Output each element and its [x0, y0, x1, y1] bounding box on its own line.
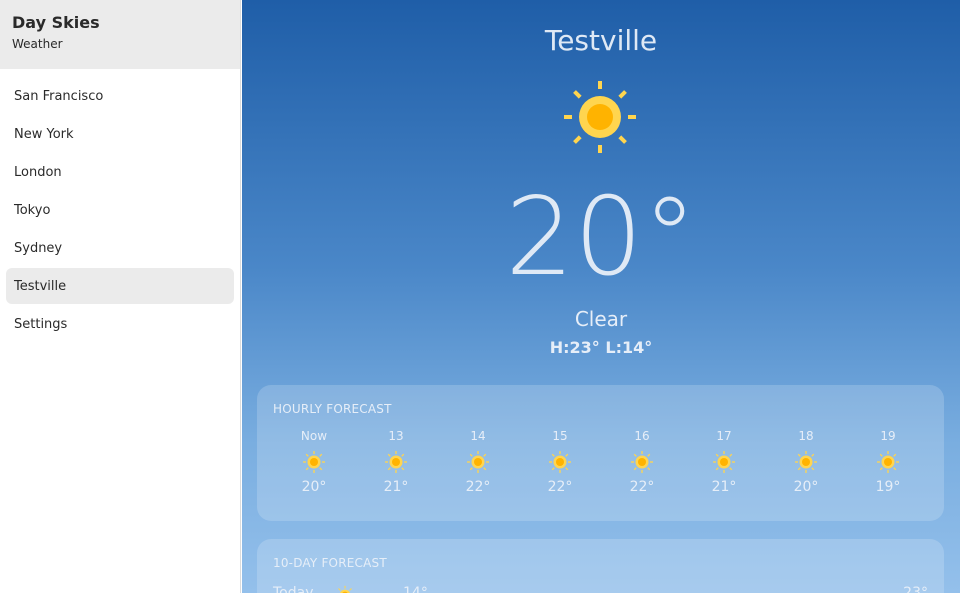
hourly-forecast-item: 13 21° [355, 429, 437, 495]
hourly-forecast-item: 17 21° [683, 429, 765, 495]
hourly-forecast-item: 15 22° [519, 429, 601, 495]
sun-icon [877, 451, 899, 473]
sidebar-item-sydney[interactable]: Sydney [6, 230, 234, 266]
sidebar-item-settings[interactable]: Settings [6, 306, 234, 342]
sidebar-item-san-francisco[interactable]: San Francisco [6, 78, 234, 114]
sun-icon [338, 585, 352, 593]
app-title: Day Skies [12, 13, 100, 32]
hourly-forecast-card: HOURLY FORECAST Now 20° 13 21° 14 22° 15… [257, 385, 944, 521]
hour-temperature: 19° [875, 479, 901, 495]
hourly-forecast-item: 19 19° [847, 429, 929, 495]
sidebar-item-label: London [14, 164, 62, 180]
hour-label: 13 [388, 429, 404, 443]
weather-panel: Testville 20° Clear H:23° L:14° HOURLY F… [242, 0, 960, 593]
hour-label: 15 [552, 429, 568, 443]
hour-temperature: 22° [547, 479, 573, 495]
sidebar-item-label: New York [14, 126, 74, 142]
sun-icon [467, 451, 489, 473]
sidebar-item-tokyo[interactable]: Tokyo [6, 192, 234, 228]
city-name: Testville [544, 24, 658, 57]
sidebar-item-label: Testville [14, 278, 67, 294]
sun-icon [303, 451, 325, 473]
hour-label: 18 [798, 429, 814, 443]
sidebar-item-label: Settings [14, 316, 68, 332]
sidebar: Day Skies Weather San Francisco New York… [0, 0, 241, 593]
sun-icon [564, 81, 636, 153]
hour-label: 17 [716, 429, 732, 443]
sidebar-header: Day Skies Weather [0, 0, 240, 69]
hourly-forecast-title: HOURLY FORECAST [273, 402, 392, 416]
hour-temperature: 20° [793, 479, 819, 495]
daily-forecast-title: 10-DAY FORECAST [273, 556, 387, 570]
sidebar-list: San Francisco New York London Tokyo Sydn… [0, 69, 240, 342]
sidebar-item-label: Tokyo [14, 202, 51, 218]
sidebar-item-london[interactable]: London [6, 154, 234, 190]
hour-temperature: 22° [629, 479, 655, 495]
hour-label: 14 [470, 429, 486, 443]
hourly-forecast-item: Now 20° [273, 429, 355, 495]
day-label: Today [273, 585, 314, 593]
hour-temperature: 21° [383, 479, 409, 495]
app-subtitle: Weather [12, 37, 63, 51]
hour-temperature: 21° [711, 479, 737, 495]
current-condition: Clear [574, 307, 628, 331]
hourly-forecast-item: 14 22° [437, 429, 519, 495]
hour-label: Now [300, 429, 328, 443]
hour-label: 19 [880, 429, 896, 443]
day-high-temperature: 23° [903, 585, 928, 593]
sun-icon [795, 451, 817, 473]
sun-icon [631, 451, 653, 473]
hour-temperature: 20° [301, 479, 327, 495]
sun-icon [713, 451, 735, 473]
hourly-forecast-item: 18 20° [765, 429, 847, 495]
high-low-temperature: H:23° L:14° [549, 338, 653, 357]
sun-icon [385, 451, 407, 473]
hour-label: 16 [634, 429, 650, 443]
daily-forecast-row: Today 14° 23° [273, 585, 928, 593]
current-temperature: 20° [505, 175, 697, 300]
sidebar-item-label: Sydney [14, 240, 63, 256]
day-low-temperature: 14° [403, 585, 428, 593]
daily-forecast-card: 10-DAY FORECAST Today 14° 23° [257, 539, 944, 593]
sidebar-item-label: San Francisco [14, 88, 104, 104]
hour-temperature: 22° [465, 479, 491, 495]
sun-icon [549, 451, 571, 473]
hourly-forecast-item: 16 22° [601, 429, 683, 495]
sidebar-item-testville[interactable]: Testville [6, 268, 234, 304]
sidebar-item-new-york[interactable]: New York [6, 116, 234, 152]
hourly-forecast-list: Now 20° 13 21° 14 22° 15 22° 16 22° 17 2… [273, 429, 933, 495]
